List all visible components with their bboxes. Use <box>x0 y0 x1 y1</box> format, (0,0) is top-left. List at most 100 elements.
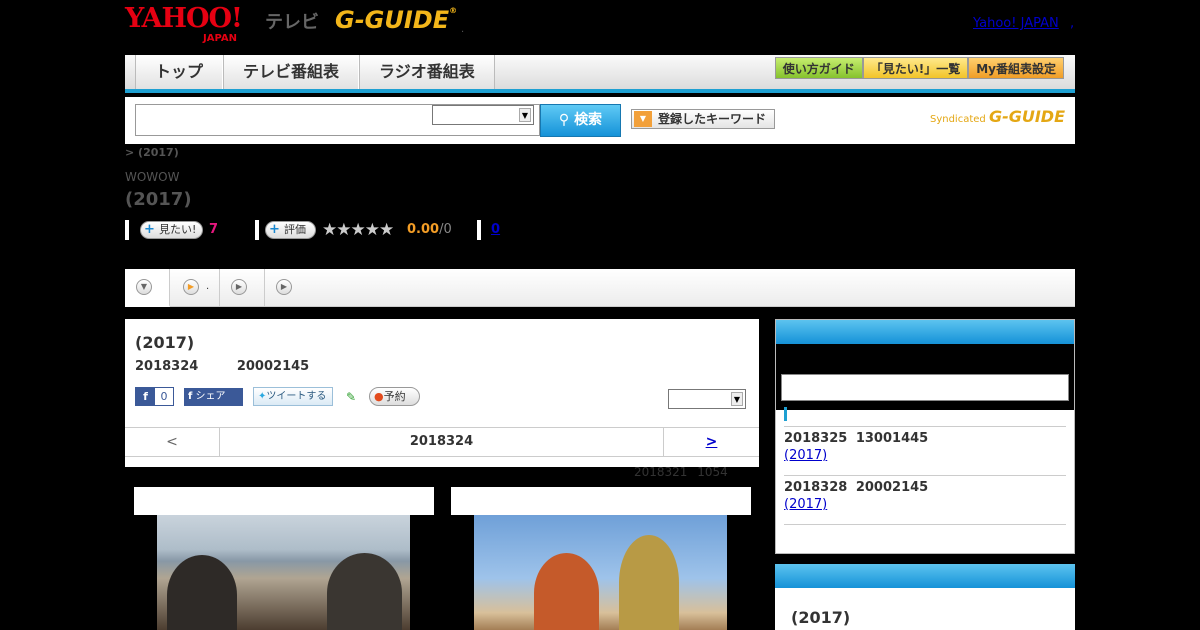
syndicated-gguide-logo: Syndicated G-GUIDE <box>930 107 1065 126</box>
related-title: (2017) <box>791 608 851 627</box>
list-item: 2018328 20002145 (2017) <box>784 476 1066 525</box>
record-icon: ● <box>374 390 384 403</box>
sidebar-field[interactable] <box>781 374 1069 401</box>
search-button-label: 検索 <box>574 112 603 128</box>
program-metrics: + 見たい! 7 + 評価 ★★★★★ 0.00/0 0 <box>125 220 625 240</box>
image-caption-area <box>451 487 751 515</box>
tab-third[interactable]: ▶ <box>220 269 265 307</box>
nav-buttons: 使い方ガイド 「見たい!」一覧 My番組表設定 <box>774 57 1064 79</box>
sub-tabs: ▼ ▶ . ▶ ▶ <box>125 269 1075 307</box>
review-count-link[interactable]: 0 <box>491 222 500 237</box>
header-link-separator: , <box>1070 16 1075 31</box>
syndicated-logo-text: G-GUIDE <box>988 107 1065 126</box>
my-listings-settings-button[interactable]: My番組表設定 <box>968 57 1064 79</box>
syndicated-text: Syndicated <box>929 114 986 125</box>
image-caption-area <box>134 487 434 515</box>
facebook-share-label: シェア <box>195 390 226 402</box>
airing-link[interactable]: (2017) <box>784 497 1066 512</box>
tab-second-label: . <box>206 281 210 292</box>
airing-datetime: 2018325 13001445 <box>784 431 929 446</box>
divider <box>255 220 259 240</box>
section-marker <box>784 407 787 421</box>
tab-fourth[interactable]: ▶ <box>265 269 310 307</box>
reserve-label: 予約 <box>383 390 406 403</box>
play-icon: ▶ <box>276 279 292 295</box>
channel-name: WOWOW <box>125 170 180 184</box>
search-category-select[interactable]: ▼ <box>432 105 534 125</box>
tab-details[interactable]: ▼ <box>125 269 170 307</box>
star-rating-icon: ★★★★★ <box>322 220 394 240</box>
facebook-icon: f <box>136 388 155 405</box>
tab-tv-listings[interactable]: テレビ番組表 <box>223 55 360 89</box>
program-title: (2017) <box>135 333 195 352</box>
header-dot: . <box>461 24 465 35</box>
facebook-icon: f <box>188 390 193 402</box>
gguide-logo-text: G-GUIDE <box>335 6 450 34</box>
airing-list: 2018325 13001445 (2017) 2018328 20002145… <box>784 426 1066 525</box>
sidebar-dark-area <box>776 344 1074 410</box>
rate-button[interactable]: + 評価 <box>265 221 316 239</box>
main-nav: トップ テレビ番組表 ラジオ番組表 使い方ガイド 「見たい!」一覧 My番組表設… <box>125 55 1075 93</box>
facebook-share-button[interactable]: f シェア <box>184 387 243 406</box>
divider <box>477 220 481 240</box>
chevron-down-icon: ▼ <box>634 111 652 127</box>
program-card: (2017) 2018324 20002145 f 0 f シェア ✦ツイートす… <box>125 319 759 467</box>
current-date: 2018324 <box>409 434 474 449</box>
nav-tabs: トップ テレビ番組表 ラジオ番組表 <box>135 55 495 89</box>
tab-second[interactable]: ▶ . <box>170 269 220 307</box>
search-button[interactable]: ⚲ 検索 <box>540 104 621 137</box>
usage-guide-button[interactable]: 使い方ガイド <box>774 57 863 79</box>
search-bar: ▼ ⚲ 検索 ▼ 登録したキーワード Syndicated G-GUIDE <box>125 97 1075 144</box>
day-navigation: < 2018324 > <box>125 427 759 457</box>
japan-logo-text: JAPAN <box>203 33 237 44</box>
sidebar-header <box>776 320 1074 344</box>
sidebar-airings: 2018325 13001445 (2017) 2018328 20002145… <box>775 319 1075 554</box>
play-icon: ▶ <box>231 279 247 295</box>
want-count: 7 <box>209 222 219 237</box>
person-silhouette <box>327 553 402 630</box>
saved-keywords-button[interactable]: ▼ 登録したキーワード <box>631 109 775 129</box>
add-calendar-icon[interactable]: ✎ <box>343 389 359 405</box>
list-item: 2018325 13001445 (2017) <box>784 427 1066 476</box>
want-to-watch-label: 見たい! <box>159 223 197 236</box>
breadcrumb: > (2017) <box>125 146 179 159</box>
program-image-2[interactable] <box>451 487 751 630</box>
play-icon: ▶ <box>183 279 199 295</box>
card-select[interactable]: ▼ <box>668 389 746 409</box>
search-icon: ⚲ <box>558 112 570 128</box>
chevron-down-icon: ▼ <box>731 392 743 406</box>
tab-top[interactable]: トップ <box>135 55 224 89</box>
rating-value: 0.00/0 <box>407 222 452 237</box>
facebook-like-count: 0 <box>160 390 168 403</box>
tweet-label: ツイートする <box>266 391 327 402</box>
tweet-button[interactable]: ✦ツイートする <box>253 387 333 406</box>
sidebar-header <box>775 564 1075 588</box>
tab-radio-listings[interactable]: ラジオ番組表 <box>359 55 495 89</box>
person-silhouette <box>619 535 679 630</box>
airing-datetime: 2018328 20002145 <box>784 480 929 495</box>
page: YAHOO! JAPAN テレビ G-GUIDE® . Yahoo! JAPAN… <box>0 0 1200 630</box>
yahoo-japan-link[interactable]: Yahoo! JAPAN <box>973 16 1059 31</box>
broadcast-datetime: 2018324 20002145 <box>135 359 310 374</box>
airing-link[interactable]: (2017) <box>784 448 1066 463</box>
reserve-button[interactable]: ●予約 <box>369 387 420 406</box>
want-to-watch-button[interactable]: + 見たい! <box>140 221 204 239</box>
chevron-down-icon: ▼ <box>519 108 531 122</box>
page-title: (2017) <box>125 189 192 210</box>
next-day-link[interactable]: > <box>663 428 759 456</box>
want-list-button[interactable]: 「見たい!」一覧 <box>862 57 969 79</box>
prev-day-button[interactable]: < <box>125 428 220 456</box>
divider <box>125 220 129 240</box>
gguide-logo[interactable]: G-GUIDE® <box>335 6 457 34</box>
sidebar-related: (2017) <box>775 564 1075 630</box>
program-photo <box>474 515 727 630</box>
rating-denominator: /0 <box>439 222 452 237</box>
person-silhouette <box>167 555 237 630</box>
tv-logo-text: テレビ <box>265 12 319 33</box>
program-image-1[interactable] <box>134 487 434 630</box>
facebook-like-button[interactable]: f 0 <box>135 387 174 406</box>
yahoo-japan-logo[interactable]: YAHOO! JAPAN <box>125 5 243 44</box>
program-photo <box>157 515 410 630</box>
gguide-reg-mark: ® <box>449 6 458 15</box>
chevron-down-icon: ▼ <box>136 279 152 295</box>
